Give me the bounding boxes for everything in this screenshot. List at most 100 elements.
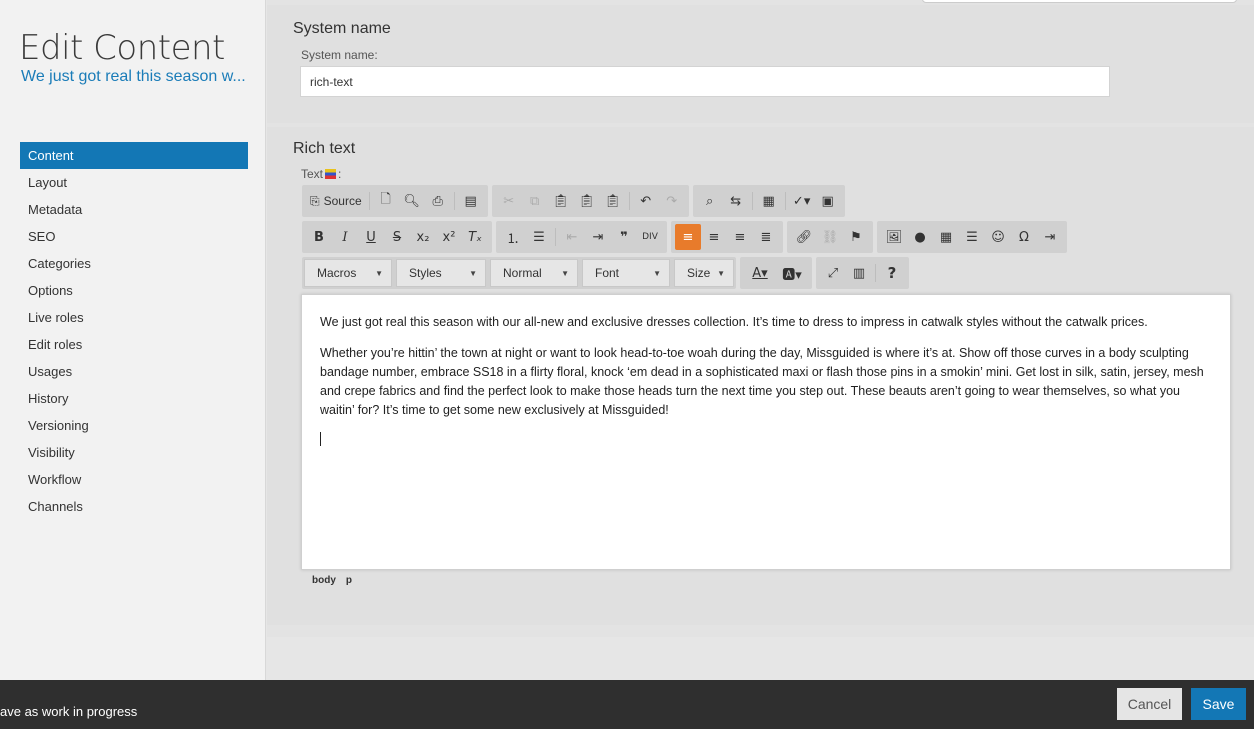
- help-icon[interactable]: ?: [879, 260, 905, 286]
- source-button[interactable]: ⎘ Source: [306, 188, 366, 214]
- toolbar-separator: [453, 192, 455, 210]
- sidebar-item-content[interactable]: Content: [20, 142, 248, 169]
- macros-dropdown[interactable]: Macros ▼: [304, 259, 392, 287]
- source-icon: ⎘: [310, 193, 320, 208]
- toolbar-group-colors: A▾ 🅰▾: [740, 257, 812, 289]
- superscript-icon[interactable]: x²: [436, 224, 462, 250]
- sidebar-item-usages[interactable]: Usages: [20, 358, 248, 385]
- toolbar-group-document: ⎘ Source 🗋 🔍︎ ⎙ ▤: [302, 185, 488, 217]
- sidebar-item-channels[interactable]: Channels: [20, 493, 248, 520]
- toolbar-group-align: ≡ ≡ ≡ ≣: [671, 221, 783, 253]
- system-name-panel: System name System name:: [267, 5, 1254, 123]
- path-item-p[interactable]: p: [346, 575, 352, 586]
- toolbar-group-paragraph: ⒈ ☰ ⇤ ⇥ ❞ DIV: [496, 221, 667, 253]
- horizontal-line-icon[interactable]: ☰: [959, 224, 985, 250]
- unlink-icon[interactable]: ⛓: [817, 224, 843, 250]
- toolbar-row-1: ⎘ Source 🗋 🔍︎ ⎙ ▤ ✂ ⧉ 📋︎ 📋︎ 📋︎ ↶ ↷ ⌕ ⇆ ▦…: [302, 185, 845, 217]
- language-flag-icon: [325, 169, 337, 179]
- sidebar-item-versioning[interactable]: Versioning: [20, 412, 248, 439]
- page-break-icon[interactable]: ⇥: [1037, 224, 1063, 250]
- cut-icon[interactable]: ✂: [496, 188, 522, 214]
- path-item-body[interactable]: body: [312, 575, 336, 586]
- rich-text-editor[interactable]: We just got real this season with our al…: [301, 294, 1231, 570]
- align-right-icon[interactable]: ≡: [727, 224, 753, 250]
- flash-icon[interactable]: ●: [907, 224, 933, 250]
- size-dropdown[interactable]: Size ▼: [674, 259, 734, 287]
- sidebar-item-edit-roles[interactable]: Edit roles: [20, 331, 248, 358]
- chevron-down-icon: ▼: [561, 268, 569, 278]
- styles-dropdown[interactable]: Styles ▼: [396, 259, 486, 287]
- preview-icon[interactable]: 🔍︎: [399, 188, 425, 214]
- editor-paragraph: We just got real this season with our al…: [320, 315, 1148, 329]
- sidebar-item-seo[interactable]: SEO: [20, 223, 248, 250]
- numbered-list-icon[interactable]: ⒈: [500, 224, 526, 250]
- sidebar-item-history[interactable]: History: [20, 385, 248, 412]
- editor-empty-paragraph: [320, 432, 1212, 452]
- smiley-icon[interactable]: ☺: [985, 224, 1011, 250]
- save-button[interactable]: Save: [1191, 688, 1246, 720]
- sidebar: Edit Content We just got real this seaso…: [0, 0, 266, 680]
- font-dropdown[interactable]: Font ▼: [582, 259, 670, 287]
- templates-icon[interactable]: ▤: [458, 188, 484, 214]
- justify-icon[interactable]: ≣: [753, 224, 779, 250]
- align-center-icon[interactable]: ≡: [701, 224, 727, 250]
- italic-icon[interactable]: I: [332, 224, 358, 250]
- blockquote-icon[interactable]: ❞: [611, 224, 637, 250]
- sidebar-item-options[interactable]: Options: [20, 277, 248, 304]
- spellcheck-icon[interactable]: ✓▾: [789, 188, 815, 214]
- outdent-icon[interactable]: ⇤: [559, 224, 585, 250]
- create-div-icon[interactable]: DIV: [637, 224, 663, 250]
- sidebar-item-workflow[interactable]: Workflow: [20, 466, 248, 493]
- redo-icon[interactable]: ↷: [659, 188, 685, 214]
- remove-format-icon[interactable]: Tₓ: [462, 224, 488, 250]
- copy-icon[interactable]: ⧉: [522, 188, 548, 214]
- system-name-input[interactable]: [300, 66, 1110, 97]
- maximize-icon[interactable]: ⤢: [820, 260, 846, 286]
- paste-text-icon[interactable]: 📋︎: [574, 188, 600, 214]
- table-icon[interactable]: ▦: [933, 224, 959, 250]
- anchor-flag-icon[interactable]: ⚑: [843, 224, 869, 250]
- find-icon[interactable]: ⌕: [697, 188, 723, 214]
- sidebar-item-layout[interactable]: Layout: [20, 169, 248, 196]
- new-page-icon[interactable]: 🗋: [373, 188, 399, 214]
- bulleted-list-icon[interactable]: ☰: [526, 224, 552, 250]
- replace-icon[interactable]: ⇆: [723, 188, 749, 214]
- source-label: Source: [323, 194, 362, 208]
- paste-word-icon[interactable]: 📋︎: [600, 188, 626, 214]
- toolbar-group-insert: 🖼︎ ● ▦ ☰ ☺ Ω ⇥: [877, 221, 1067, 253]
- cancel-button[interactable]: Cancel: [1117, 688, 1182, 720]
- indent-icon[interactable]: ⇥: [585, 224, 611, 250]
- special-char-icon[interactable]: Ω: [1011, 224, 1037, 250]
- system-name-heading: System name: [293, 20, 391, 37]
- strikethrough-icon[interactable]: S: [384, 224, 410, 250]
- bold-icon[interactable]: B: [306, 224, 332, 250]
- toolbar-separator: [628, 192, 630, 210]
- link-icon[interactable]: 🔗︎: [791, 224, 817, 250]
- show-blocks-icon[interactable]: ▥: [846, 260, 872, 286]
- print-icon[interactable]: ⎙: [425, 188, 451, 214]
- paste-icon[interactable]: 📋︎: [548, 188, 574, 214]
- format-dropdown[interactable]: Normal ▼: [490, 259, 578, 287]
- underline-icon[interactable]: U: [358, 224, 384, 250]
- sidebar-item-live-roles[interactable]: Live roles: [20, 304, 248, 331]
- spellcheck-dialog-icon[interactable]: ▣: [815, 188, 841, 214]
- sidebar-item-visibility[interactable]: Visibility: [20, 439, 248, 466]
- subscript-icon[interactable]: x₂: [410, 224, 436, 250]
- sidebar-item-categories[interactable]: Categories: [20, 250, 248, 277]
- toolbar-separator: [875, 264, 876, 282]
- save-wip-label[interactable]: ave as work in progress: [0, 704, 137, 719]
- select-all-icon[interactable]: ▦: [756, 188, 782, 214]
- background-color-icon[interactable]: 🅰▾: [776, 260, 808, 286]
- chevron-down-icon: ▼: [375, 268, 383, 278]
- undo-icon[interactable]: ↶: [633, 188, 659, 214]
- toolbar-separator: [555, 228, 556, 246]
- image-icon[interactable]: 🖼︎: [881, 224, 907, 250]
- align-left-icon[interactable]: ≡: [675, 224, 701, 250]
- sidebar-item-metadata[interactable]: Metadata: [20, 196, 248, 223]
- chevron-down-icon: ▼: [653, 268, 661, 278]
- toolbar-group-links: 🔗︎ ⛓ ⚑: [787, 221, 873, 253]
- rich-text-panel: Rich text Text : ⎘ Source 🗋 🔍︎ ⎙ ▤ ✂ ⧉ 📋…: [267, 127, 1254, 625]
- main-area: System name System name: Rich text Text …: [267, 0, 1254, 680]
- text-color-icon[interactable]: A▾: [744, 260, 776, 286]
- sidebar-nav: Content Layout Metadata SEO Categories O…: [20, 142, 248, 520]
